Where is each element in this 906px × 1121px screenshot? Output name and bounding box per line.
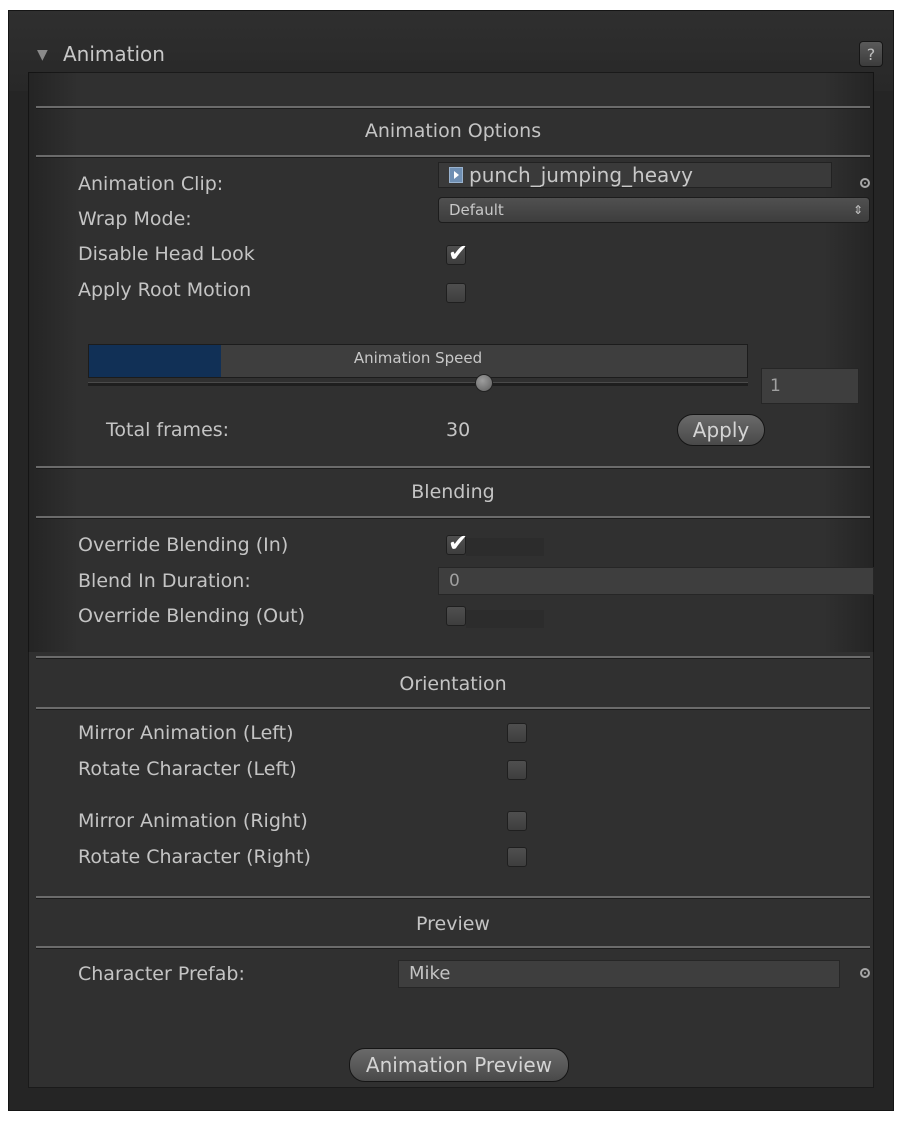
rotate-character-right-label: Rotate Character (Right) <box>78 846 311 868</box>
total-frames-value: 30 <box>446 419 471 441</box>
section-title-animation-options: Animation Options <box>364 120 542 142</box>
section-divider <box>36 516 870 519</box>
apply-button[interactable]: Apply <box>677 414 765 446</box>
animation-speed-value-field[interactable]: 1 <box>761 368 859 404</box>
object-picker-icon[interactable] <box>860 178 870 188</box>
section-divider <box>36 896 870 899</box>
rotate-character-left-checkbox[interactable] <box>507 760 527 780</box>
total-frames-label: Total frames: <box>106 419 230 441</box>
animation-speed-slider-track[interactable] <box>88 382 748 386</box>
apply-root-motion-label: Apply Root Motion <box>78 279 252 301</box>
wrap-mode-label: Wrap Mode: <box>78 208 192 230</box>
animation-preview-button[interactable]: Animation Preview <box>349 1048 569 1082</box>
section-divider <box>36 656 870 659</box>
animation-speed-label: Animation Speed <box>353 349 483 367</box>
section-divider <box>36 466 870 469</box>
apply-root-motion-checkbox[interactable] <box>446 283 466 303</box>
animation-speed-slider-thumb[interactable] <box>475 374 493 392</box>
checkmark-icon: ✔ <box>448 529 469 557</box>
override-blending-in-label: Override Blending (In) <box>78 534 289 556</box>
rotate-character-right-checkbox[interactable] <box>507 847 527 867</box>
mirror-animation-left-label: Mirror Animation (Left) <box>78 722 294 744</box>
checkmark-icon: ✔ <box>448 239 469 267</box>
section-divider <box>36 155 870 158</box>
section-divider <box>36 106 870 109</box>
animation-clip-label: Animation Clip: <box>78 173 224 195</box>
section-title-orientation: Orientation <box>399 673 507 695</box>
character-prefab-field[interactable]: Mike <box>398 960 840 988</box>
animation-speed-bar[interactable]: Animation Speed <box>88 344 748 378</box>
wrap-mode-dropdown[interactable]: Default ⇕ <box>438 197 870 223</box>
animation-clip-value: punch_jumping_heavy <box>469 163 693 187</box>
mirror-animation-right-label: Mirror Animation (Right) <box>78 810 308 832</box>
override-blending-out-label: Override Blending (Out) <box>78 605 306 627</box>
wrap-mode-value: Default <box>449 201 504 219</box>
animation-clip-icon <box>449 167 463 183</box>
blend-in-duration-field[interactable]: 0 <box>438 567 874 595</box>
rotate-character-left-label: Rotate Character (Left) <box>78 758 297 780</box>
disable-head-look-checkbox[interactable]: ✔ <box>446 239 468 267</box>
section-title-preview: Preview <box>416 913 490 935</box>
section-title-blending: Blending <box>411 481 495 503</box>
override-blending-in-field <box>466 538 544 556</box>
override-blending-out-checkbox[interactable] <box>446 606 466 626</box>
mirror-animation-left-checkbox[interactable] <box>507 723 527 743</box>
object-picker-icon[interactable] <box>860 968 870 978</box>
override-blending-in-checkbox[interactable]: ✔ <box>446 529 468 557</box>
animation-clip-field[interactable]: punch_jumping_heavy <box>438 162 832 188</box>
updown-arrows-icon: ⇕ <box>852 203 863 217</box>
section-divider <box>36 946 870 949</box>
component-title: Animation <box>63 42 165 66</box>
mirror-animation-right-checkbox[interactable] <box>507 811 527 831</box>
section-divider <box>36 707 870 710</box>
help-button[interactable]: ? <box>859 41 883 67</box>
triangle-down-icon[interactable]: ▼ <box>37 47 48 63</box>
blend-in-duration-label: Blend In Duration: <box>78 570 251 592</box>
disable-head-look-label: Disable Head Look <box>78 243 255 265</box>
character-prefab-label: Character Prefab: <box>78 963 245 985</box>
override-blending-out-field <box>466 610 544 628</box>
